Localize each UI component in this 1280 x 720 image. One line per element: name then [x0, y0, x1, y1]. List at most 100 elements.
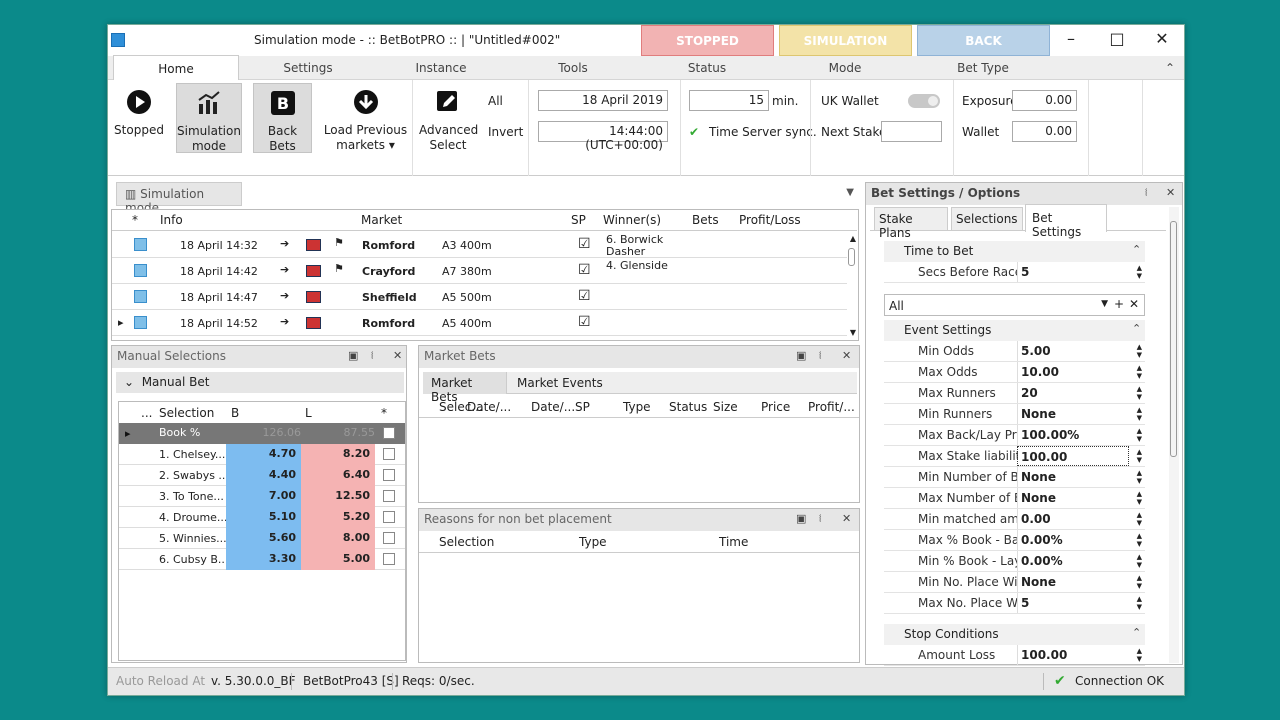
setting-row[interactable]: Min Runners None ▲ ▼ — [884, 404, 1145, 425]
minutes-field[interactable]: 15 — [689, 90, 769, 111]
spinner-icon[interactable]: ▲ ▼ — [1137, 343, 1142, 359]
column-header[interactable]: Size — [713, 400, 738, 414]
time-to-bet-group[interactable]: Time to Bet — [884, 241, 1145, 262]
selection-checkbox[interactable] — [383, 469, 395, 484]
setting-row[interactable]: Max Number of BeNone ▲▼ — [884, 488, 1145, 509]
setting-value[interactable]: 5.00 — [1017, 341, 1129, 361]
next-stake-field[interactable] — [881, 121, 942, 142]
tab-bet-settings[interactable]: Bet Settings — [1025, 204, 1107, 239]
selection-checkbox[interactable] — [383, 553, 395, 568]
spinner-icon[interactable]: ▲ ▼ — [1137, 427, 1142, 443]
setting-row[interactable]: Max Odds 10.00 ▲ ▼ — [884, 362, 1145, 383]
float-icon[interactable]: ▣ — [796, 512, 806, 525]
event-settings-group[interactable]: Event Settings — [884, 320, 1145, 341]
column-header[interactable]: Status — [669, 400, 707, 414]
setting-value[interactable]: 100.00% — [1017, 425, 1129, 445]
tab-selections[interactable]: Selections — [951, 207, 1023, 231]
clear-icon[interactable]: ✕ — [1129, 297, 1139, 311]
close-icon[interactable]: ✕ — [1139, 25, 1185, 56]
date-field[interactable]: 18 April 2019 — [538, 90, 668, 111]
lay-price-cell[interactable]: 8.20 — [301, 444, 375, 465]
collapse-ribbon-icon[interactable]: ⌃ — [1162, 61, 1178, 75]
lay-price-cell[interactable]: 8.00 — [301, 528, 375, 549]
stop-conditions-group[interactable]: Stop Conditions — [884, 624, 1145, 645]
close-panel-icon[interactable]: ✕ — [1166, 186, 1175, 199]
maximize-icon[interactable]: □ — [1094, 25, 1140, 56]
setting-row[interactable]: Max No. Place Win 5 ▲ ▼ — [884, 593, 1145, 614]
spinner-icon[interactable]: ▲ ▼ — [1137, 532, 1142, 548]
pin-icon[interactable]: ⧙ — [1145, 186, 1147, 200]
selection-row[interactable]: 5. Winnies... 5.60 8.00 — [119, 528, 405, 549]
column-header[interactable]: Profit/... — [808, 400, 855, 414]
scrollbar-thumb[interactable] — [848, 248, 855, 266]
setting-value[interactable]: None — [1017, 572, 1129, 592]
row-checkbox[interactable] — [134, 238, 147, 254]
back-price-cell[interactable]: 4.40 — [226, 465, 301, 486]
pin-icon[interactable]: ⧙ — [819, 349, 821, 363]
tab-bet-type[interactable]: Bet Type — [943, 61, 1023, 75]
tab-settings[interactable]: Settings — [268, 61, 348, 75]
float-icon[interactable]: ▣ — [796, 349, 806, 362]
minimize-icon[interactable]: – — [1048, 25, 1094, 56]
dropdown-icon[interactable]: ▼ — [1101, 299, 1108, 309]
close-panel-icon[interactable]: ✕ — [842, 349, 851, 362]
spinner-icon[interactable]: ▲ ▼ — [1137, 553, 1142, 569]
column-header[interactable]: Date/... — [531, 400, 575, 414]
settings-scrollbar[interactable] — [1169, 207, 1179, 663]
selection-row[interactable]: 2. Swabys ... 4.40 6.40 — [119, 465, 405, 486]
float-icon[interactable]: ▣ — [348, 349, 358, 362]
scroll-down-icon[interactable]: ▼ — [850, 328, 856, 337]
column-header[interactable]: Price — [761, 400, 790, 414]
back-price-cell[interactable]: 5.10 — [226, 507, 301, 528]
spinner-icon[interactable]: ▲ ▼ — [1137, 469, 1142, 485]
setting-row[interactable]: Min Odds 5.00 ▲ ▼ — [884, 341, 1145, 362]
row-checkbox[interactable] — [134, 316, 147, 332]
setting-row[interactable]: Min matched amo 0.00 ▲ ▼ — [884, 509, 1145, 530]
back-bets-button[interactable]: B Back Bets — [253, 83, 312, 153]
market-row[interactable]: ▸ 18 April 14:52 ➔ Romford A5 400m ☑ — [112, 310, 847, 336]
spinner-icon[interactable]: ▲ ▼ — [1137, 490, 1142, 506]
setting-row[interactable]: Min No. Place Win None ▲ ▼ — [884, 572, 1145, 593]
setting-value[interactable]: 0.00 — [1017, 509, 1129, 529]
lay-price-cell[interactable]: 6.40 — [301, 465, 375, 486]
selection-checkbox[interactable] — [383, 448, 395, 463]
column-header[interactable]: Type — [623, 400, 651, 414]
close-panel-icon[interactable]: ✕ — [393, 349, 402, 362]
pin-icon[interactable]: ⧙ — [371, 349, 373, 363]
market-row[interactable]: 18 April 14:32 ➔ ⚑ Romford A3 400m ☑ 6. Borwic… — [112, 232, 847, 258]
uk-wallet-toggle[interactable] — [908, 94, 940, 108]
spinner-icon[interactable]: ▲ ▼ — [1137, 511, 1142, 527]
tab-simulation-mode[interactable]: ▥ Simulation mode — [116, 182, 242, 215]
selection-checkbox[interactable] — [383, 532, 395, 547]
spinner-icon[interactable]: ▲ ▼ — [1137, 364, 1142, 380]
setting-value[interactable]: None — [1017, 467, 1129, 487]
sp-check-icon[interactable]: ☑ — [578, 262, 591, 278]
advanced-select-button[interactable]: Advanced Select — [419, 83, 478, 153]
back-price-cell[interactable]: 7.00 — [226, 486, 301, 507]
time-field[interactable]: 14:44:00 (UTC+00:00) — [538, 121, 668, 152]
spinner-icon[interactable]: ▲ ▼ — [1137, 595, 1142, 611]
lay-price-cell[interactable]: 5.00 — [301, 549, 375, 570]
spinner-icon[interactable]: ▲ ▼ — [1137, 406, 1142, 422]
selection-row[interactable]: 1. Chelsey... 4.70 8.20 — [119, 444, 405, 465]
setting-value[interactable]: 100.00 — [1017, 446, 1129, 466]
sp-check-icon[interactable]: ☑ — [578, 236, 591, 252]
market-row[interactable]: 18 April 14:47 ➔ Sheffield A5 500m ☑ — [112, 284, 847, 310]
spinner-icon[interactable]: ▲ ▼ — [1137, 448, 1142, 464]
setting-row[interactable]: Max Back/Lay Pric 100.00% ▲ ▼ — [884, 425, 1145, 446]
market-row[interactable]: 18 April 14:42 ➔ ⚑ Crayford A7 380m ☑ 4. Glens… — [112, 258, 847, 284]
selection-checkbox[interactable] — [383, 490, 395, 505]
tab-mode[interactable]: Mode — [805, 61, 885, 75]
back-price-cell[interactable]: 3.30 — [226, 549, 301, 570]
filter-combo[interactable]: All ▼ + ✕ — [884, 294, 1145, 316]
sp-check-icon[interactable]: ☑ — [578, 314, 591, 330]
spinner-icon[interactable]: ▲ ▼ — [1137, 385, 1142, 401]
back-price-cell[interactable]: 5.60 — [226, 528, 301, 549]
spinner-icon[interactable]: ▲ ▼ — [1137, 574, 1142, 590]
tab-tools[interactable]: Tools — [533, 61, 613, 75]
secs-before-race-row[interactable]: Secs Before Race S 5 ▲▼ — [884, 262, 1145, 283]
tab-market-events[interactable]: Market Events — [517, 376, 603, 390]
selection-row[interactable]: 3. To Tone... 7.00 12.50 — [119, 486, 405, 507]
column-header[interactable]: Date/... — [467, 400, 511, 414]
stopped-button[interactable]: Stopped — [113, 83, 165, 153]
